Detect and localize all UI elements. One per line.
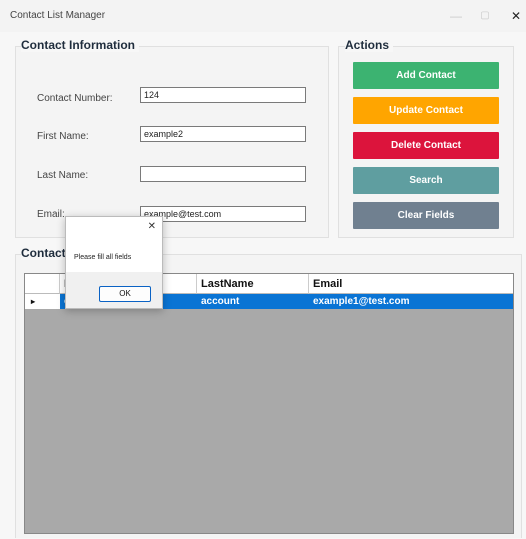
delete-contact-button[interactable]: Delete Contact (353, 132, 499, 159)
email-input[interactable]: example@test.com (140, 206, 306, 222)
dialog-message: Please fill all fields (74, 254, 132, 261)
cell-email[interactable]: example1@test.com (309, 294, 513, 309)
update-contact-button[interactable]: Update Contact (353, 97, 499, 124)
window-title: Contact List Manager (10, 10, 106, 21)
first-name-input[interactable]: example2 (140, 126, 306, 142)
row-header-column (25, 274, 60, 294)
last-name-label: Last Name: (37, 170, 89, 181)
email-label: Email: (37, 209, 65, 220)
column-header-lastname[interactable]: LastName (197, 274, 309, 294)
first-name-label: First Name: (37, 131, 89, 142)
column-header-email[interactable]: Email (309, 274, 513, 294)
dialog-close-icon[interactable]: ✕ (148, 221, 156, 232)
message-dialog: ✕ Please fill all fields OK (65, 216, 163, 309)
add-contact-button[interactable]: Add Contact (353, 62, 499, 89)
last-name-input[interactable] (140, 166, 306, 182)
row-selector-icon[interactable]: ▸ (25, 294, 60, 309)
maximize-button[interactable]: ▢ (473, 5, 497, 27)
dialog-ok-button[interactable]: OK (99, 286, 151, 302)
clear-fields-button[interactable]: Clear Fields (353, 202, 499, 229)
contact-number-label: Contact Number: (37, 93, 113, 104)
contact-number-input[interactable]: 124 (140, 87, 306, 103)
close-button[interactable]: ✕ (504, 5, 526, 27)
contacts-grid[interactable]: FirstName LastName Email ▸ example1 acco… (24, 273, 514, 534)
search-button[interactable]: Search (353, 167, 499, 194)
cell-lastname[interactable]: account (197, 294, 309, 309)
actions-title: Actions (345, 38, 394, 52)
contact-info-title: Contact Information (21, 38, 139, 52)
minimize-button[interactable]: — (444, 5, 468, 27)
